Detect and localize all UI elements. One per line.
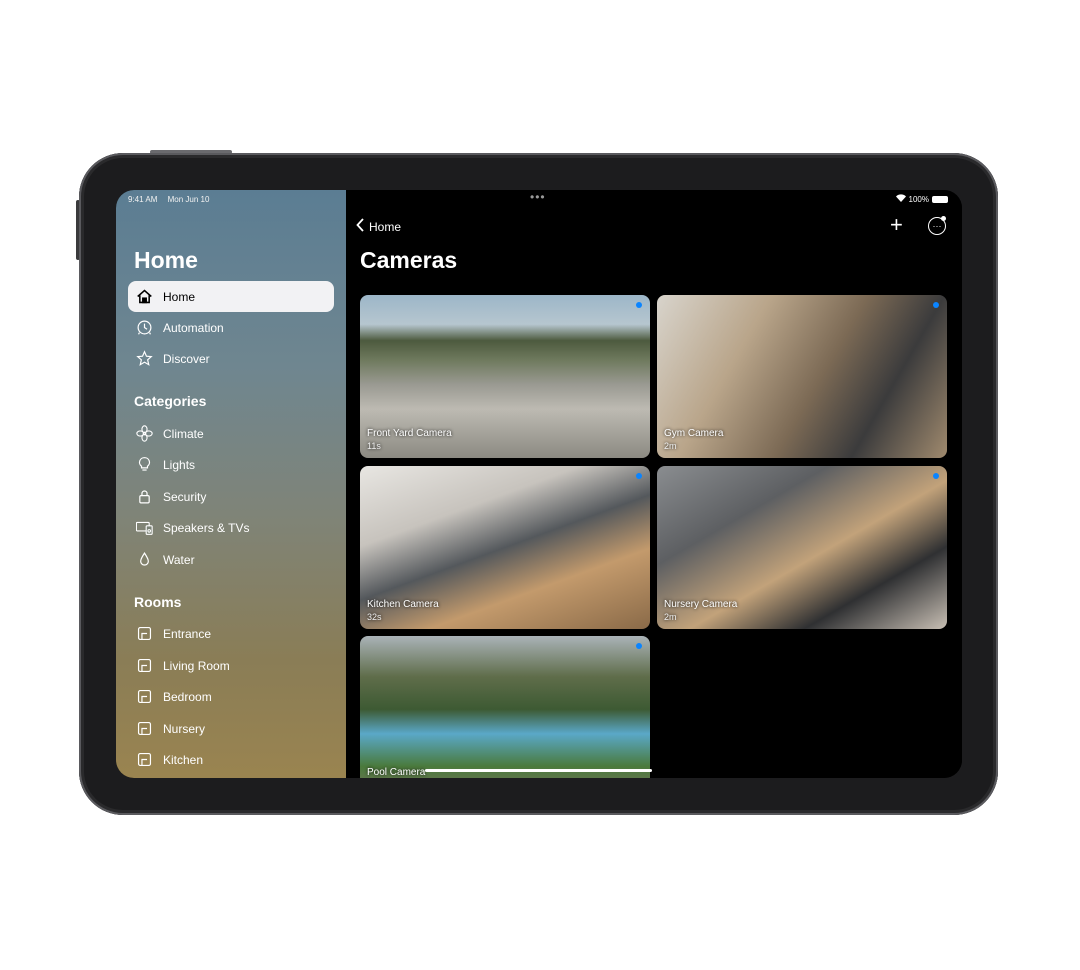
camera-age: 2m xyxy=(664,612,677,622)
home-indicator[interactable] xyxy=(425,769,652,772)
sidebar-item-home[interactable]: Home xyxy=(128,281,334,312)
sidebar-item-nursery[interactable]: Nursery xyxy=(128,713,334,744)
room-icon xyxy=(134,750,154,770)
main-content: ••• 100% Home + ··· Cameras Front Yard C… xyxy=(346,190,962,778)
live-indicator xyxy=(933,473,939,479)
camera-name: Front Yard Camera xyxy=(367,428,452,439)
sidebar-item-label: Home xyxy=(163,289,196,304)
camera-name: Gym Camera xyxy=(664,428,724,439)
live-indicator xyxy=(933,302,939,308)
status-bar-right: 100% xyxy=(895,194,948,204)
chevron-left-icon xyxy=(356,218,365,235)
notification-dot xyxy=(941,216,946,221)
sidebar-item-lights[interactable]: Lights xyxy=(128,449,334,480)
house-icon xyxy=(134,287,154,307)
sidebar: 9:41 AM Mon Jun 10 Home Home Automation … xyxy=(116,190,346,778)
rooms-header: Rooms xyxy=(134,594,182,610)
sidebar-item-label: Kitchen xyxy=(163,752,204,767)
camera-tile-pool[interactable]: Pool Camera xyxy=(360,636,650,778)
battery-icon xyxy=(932,195,948,203)
multitasking-dots[interactable]: ••• xyxy=(530,190,546,204)
status-bar-left: 9:41 AM Mon Jun 10 xyxy=(128,195,217,204)
camera-tile-gym[interactable]: Gym Camera 2m xyxy=(657,295,947,458)
sidebar-item-label: Climate xyxy=(163,426,204,441)
camera-tile-nursery[interactable]: Nursery Camera 2m xyxy=(657,466,947,629)
sidebar-item-kitchen[interactable]: Kitchen xyxy=(128,744,334,775)
sidebar-title: Home xyxy=(134,247,198,273)
ellipsis-icon: ··· xyxy=(932,221,942,231)
fan-icon xyxy=(134,424,154,444)
status-date: Mon Jun 10 xyxy=(167,195,210,204)
sidebar-item-discover[interactable]: Discover xyxy=(128,343,334,374)
add-button[interactable]: + xyxy=(890,214,903,236)
sidebar-item-label: Speakers & TVs xyxy=(163,520,250,535)
sidebar-item-label: Discover xyxy=(163,351,210,366)
sidebar-item-water[interactable]: Water xyxy=(128,544,334,575)
categories-header: Categories xyxy=(134,393,207,409)
sidebar-item-label: Living Room xyxy=(163,658,230,673)
camera-age: 2m xyxy=(664,441,677,451)
live-indicator xyxy=(636,473,642,479)
camera-tile-front-yard[interactable]: Front Yard Camera 11s xyxy=(360,295,650,458)
battery-percent: 100% xyxy=(908,194,929,204)
page-title: Cameras xyxy=(360,247,458,273)
back-label: Home xyxy=(369,219,402,234)
sidebar-item-speakers-tvs[interactable]: Speakers & TVs xyxy=(128,512,334,543)
lightbulb-icon xyxy=(134,455,154,475)
sidebar-item-living-room[interactable]: Living Room xyxy=(128,650,334,681)
screen: 9:41 AM Mon Jun 10 Home Home Automation … xyxy=(116,190,962,778)
sidebar-item-label: Bedroom xyxy=(163,689,212,704)
sidebar-item-bedroom[interactable]: Bedroom xyxy=(128,681,334,712)
status-time: 9:41 AM xyxy=(128,195,158,204)
clock-icon xyxy=(134,318,154,338)
camera-tile-kitchen[interactable]: Kitchen Camera 32s xyxy=(360,466,650,629)
sidebar-item-security[interactable]: Security xyxy=(128,481,334,512)
sidebar-item-entrance[interactable]: Entrance xyxy=(128,618,334,649)
sidebar-item-label: Water xyxy=(163,552,195,567)
camera-name: Kitchen Camera xyxy=(367,599,439,610)
lock-icon xyxy=(134,487,154,507)
tv-speaker-icon xyxy=(134,518,154,538)
camera-name: Nursery Camera xyxy=(664,599,738,610)
sidebar-item-label: Lights xyxy=(163,457,196,472)
star-icon xyxy=(134,349,154,369)
room-icon xyxy=(134,687,154,707)
back-button[interactable]: Home xyxy=(356,218,401,235)
room-icon xyxy=(134,719,154,739)
sidebar-item-label: Security xyxy=(163,489,207,504)
room-icon xyxy=(134,656,154,676)
live-indicator xyxy=(636,302,642,308)
camera-name: Pool Camera xyxy=(367,767,426,778)
water-drop-icon xyxy=(134,550,154,570)
sidebar-item-climate[interactable]: Climate xyxy=(128,418,334,449)
live-indicator xyxy=(636,643,642,649)
camera-age: 11s xyxy=(367,441,381,451)
wifi-icon xyxy=(895,194,906,204)
sidebar-item-label: Nursery xyxy=(163,721,206,736)
plus-icon: + xyxy=(890,212,903,237)
sidebar-item-label: Automation xyxy=(163,320,224,335)
camera-age: 32s xyxy=(367,612,382,622)
room-icon xyxy=(134,624,154,644)
sidebar-item-label: Entrance xyxy=(163,626,212,641)
sidebar-item-automation[interactable]: Automation xyxy=(128,312,334,343)
